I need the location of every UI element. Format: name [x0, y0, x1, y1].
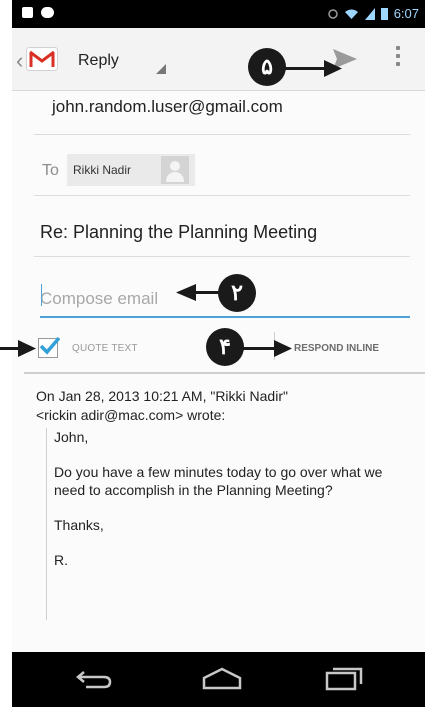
navigation-bar [12, 652, 425, 707]
recipient-name: Rikki Nadir [73, 163, 132, 177]
quote-bar [46, 428, 47, 620]
quote-text-checkbox[interactable] [38, 336, 60, 358]
quoted-signature: R. [54, 552, 68, 568]
back-chevron-icon[interactable]: ‹ [16, 48, 23, 74]
back-icon[interactable] [74, 666, 114, 692]
divider [34, 195, 410, 196]
text-cursor [41, 284, 42, 306]
quoted-header: On Jan 28, 2013 10:21 AM, "Rikki Nadir" … [36, 387, 411, 425]
dropdown-triangle-icon [156, 64, 166, 74]
overflow-menu-icon[interactable] [396, 46, 402, 70]
recent-apps-icon[interactable] [324, 666, 364, 692]
subject-field[interactable]: Re: Planning the Planning Meeting [40, 222, 317, 243]
quoted-closing: Thanks, [54, 517, 104, 533]
quoted-greeting: John, [54, 429, 89, 445]
divider [34, 134, 410, 135]
quoted-body: Do you have a few minutes today to go ov… [54, 464, 383, 498]
step-badge: ۴ [206, 328, 244, 366]
status-time: 6:07 [393, 6, 419, 21]
divider [34, 256, 410, 257]
step-badge: ۵ [248, 48, 286, 86]
reply-mode-dropdown[interactable]: Reply [78, 52, 119, 70]
quoted-header-line: <rickin adir@mac.com> wrote: [36, 407, 226, 423]
quoted-message: John, Do you have a few minutes today to… [54, 428, 409, 586]
sync-icon [327, 8, 338, 19]
divider [24, 372, 425, 374]
quoted-header-line: On Jan 28, 2013 10:21 AM, "Rikki Nadir" [36, 388, 288, 404]
respond-inline-button[interactable]: RESPOND INLINE [294, 343, 379, 354]
contact-avatar-icon [161, 156, 189, 184]
notification-icon [22, 7, 33, 18]
battery-icon [380, 8, 388, 20]
to-label: To [42, 162, 59, 179]
wifi-icon [344, 9, 358, 19]
signal-icon [364, 7, 375, 20]
status-bar: 6:07 [12, 0, 425, 28]
action-bar: ‹ Reply [12, 28, 425, 91]
quote-text-label: QUOTE TEXT [72, 343, 138, 354]
voicemail-icon [41, 7, 54, 18]
from-account[interactable]: john.random.luser@gmail.com [52, 97, 283, 117]
home-icon[interactable] [200, 666, 244, 692]
recipient-chip[interactable]: Rikki Nadir [67, 154, 195, 186]
step-badge: ۲ [218, 274, 256, 312]
gmail-icon[interactable] [26, 47, 58, 71]
